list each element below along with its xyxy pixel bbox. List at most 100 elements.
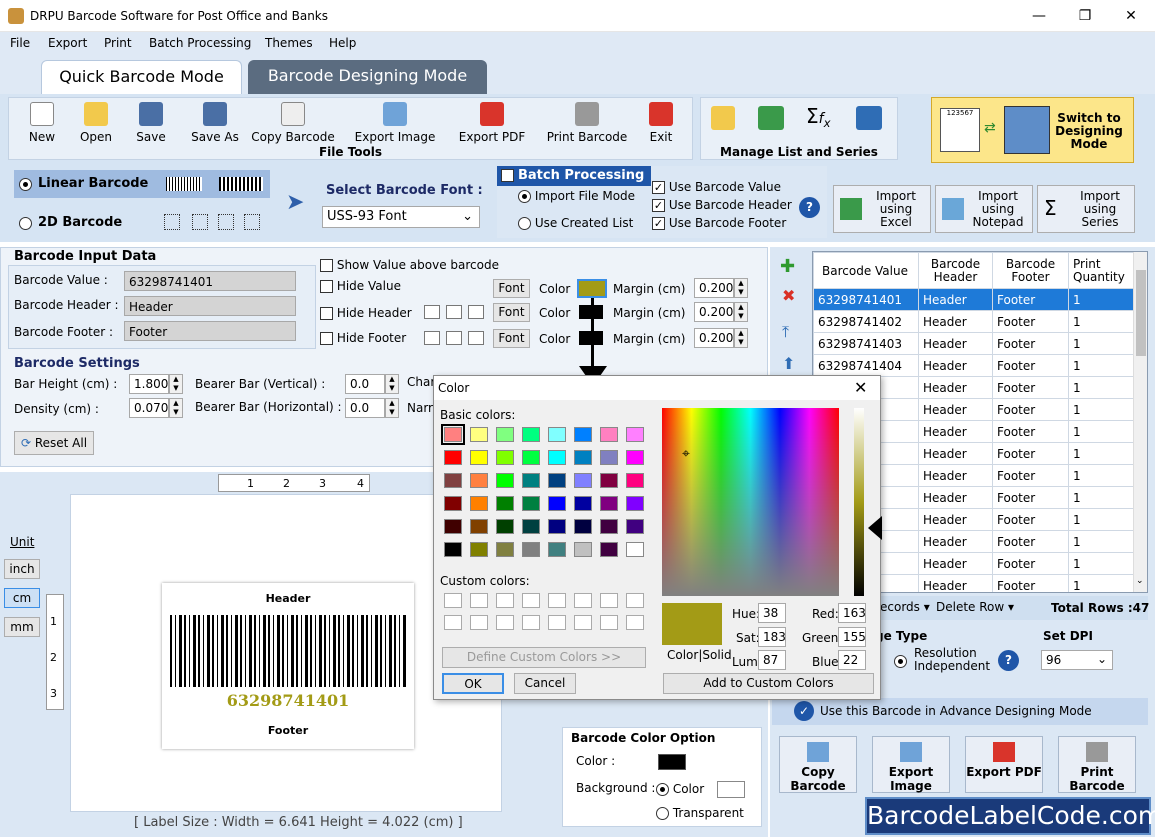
exit-button[interactable]: Exit	[646, 102, 676, 144]
table-cell[interactable]: Footer	[992, 354, 1069, 377]
table-cell[interactable]: Header	[918, 574, 993, 592]
footer-align-right-icon[interactable]	[468, 331, 484, 345]
table-cell[interactable]: Header	[918, 442, 993, 465]
import-notepad-button[interactable]: Import using Notepad	[935, 185, 1033, 233]
menu-file[interactable]: File	[10, 36, 30, 50]
custom-color-swatch[interactable]	[444, 615, 462, 630]
resolution-independent-radio[interactable]	[894, 655, 907, 668]
table-cell[interactable]: Header	[918, 552, 993, 575]
hue-input[interactable]: 38	[758, 603, 786, 623]
basic-color-swatch[interactable]	[496, 473, 514, 488]
custom-color-swatch[interactable]	[574, 615, 592, 630]
resolution-independent-option[interactable]	[894, 654, 907, 668]
basic-color-swatch[interactable]	[522, 473, 540, 488]
2d-barcode-option[interactable]: 2D Barcode	[14, 210, 270, 236]
hide-header-option[interactable]: Hide Header	[320, 306, 412, 320]
delete-row-dropdown[interactable]: Delete Row ▾	[936, 600, 1014, 614]
custom-color-swatch[interactable]	[548, 615, 566, 630]
density-input[interactable]: 0.070	[129, 398, 169, 418]
unit-inch-button[interactable]: inch	[4, 559, 40, 579]
basic-color-swatch[interactable]	[522, 427, 540, 442]
table-cell[interactable]: 1	[1068, 332, 1136, 355]
header-barcode-value[interactable]: Barcode Value	[813, 252, 919, 289]
basic-color-swatch[interactable]	[600, 496, 618, 511]
header-margin-input[interactable]: 0.200	[694, 302, 734, 322]
value-margin-input[interactable]: 0.200	[694, 278, 734, 298]
import-series-button[interactable]: Σ Import using Series	[1037, 185, 1135, 233]
menu-export[interactable]: Export	[48, 36, 87, 50]
basic-color-swatch[interactable]	[441, 424, 465, 445]
table-cell[interactable]: Footer	[992, 464, 1069, 487]
transparent-option[interactable]: Transparent	[656, 806, 744, 820]
use-barcode-footer-option[interactable]: Use Barcode Footer	[652, 216, 786, 230]
table-cell[interactable]: 63298741402	[813, 310, 919, 333]
use-barcode-value-option[interactable]: Use Barcode Value	[652, 180, 781, 194]
table-row[interactable]: 63298741402 Header Footer 1	[813, 310, 1136, 333]
hide-footer-checkbox[interactable]	[320, 332, 333, 345]
maximize-button[interactable]: ❐	[1062, 0, 1108, 32]
basic-color-swatch[interactable]	[444, 542, 462, 557]
basic-color-swatch[interactable]	[626, 542, 644, 557]
table-cell[interactable]: Header	[918, 354, 993, 377]
basic-color-swatch[interactable]	[444, 473, 462, 488]
density-spinner[interactable]: ▲ ▼	[169, 398, 183, 418]
basic-color-swatch[interactable]	[470, 427, 488, 442]
tab-quick-barcode-mode[interactable]: Quick Barcode Mode	[41, 60, 242, 94]
basic-color-swatch[interactable]	[470, 450, 488, 465]
import-file-radio[interactable]	[518, 190, 531, 203]
basic-color-swatch[interactable]	[496, 542, 514, 557]
custom-color-swatch[interactable]	[522, 615, 540, 630]
scroll-down-icon[interactable]: ⌄	[1136, 576, 1144, 586]
table-cell[interactable]: Header	[918, 464, 993, 487]
table-cell[interactable]: 63298741403	[813, 332, 919, 355]
custom-color-swatch[interactable]	[496, 615, 514, 630]
basic-color-swatch[interactable]	[600, 450, 618, 465]
header-print-quantity[interactable]: Print Quantity	[1068, 252, 1136, 289]
background-color-option[interactable]: Color	[656, 782, 704, 796]
basic-color-swatch[interactable]	[470, 542, 488, 557]
lum-input[interactable]: 87	[758, 650, 786, 670]
custom-color-swatch[interactable]	[496, 593, 514, 608]
table-cell[interactable]: 1	[1068, 310, 1136, 333]
header-font-button[interactable]: Font	[493, 303, 530, 322]
move-up-icon[interactable]: ⬆	[782, 354, 795, 373]
advance-designing-option[interactable]: ✓ Use this Barcode in Advance Designing …	[772, 698, 1148, 725]
add-to-custom-colors-button[interactable]: Add to Custom Colors	[663, 673, 874, 694]
basic-color-swatch[interactable]	[496, 427, 514, 442]
basic-color-swatch[interactable]	[600, 542, 618, 557]
print-barcode-action-button[interactable]: Print Barcode	[1058, 736, 1136, 793]
basic-color-swatch[interactable]	[522, 496, 540, 511]
basic-color-swatch[interactable]	[574, 473, 592, 488]
linear-barcode-option[interactable]: Linear Barcode	[14, 170, 270, 198]
color-dialog-close-icon[interactable]: ✕	[854, 378, 867, 397]
footer-margin-spinner[interactable]: ▲ ▼	[734, 328, 748, 348]
show-value-above-checkbox[interactable]	[320, 259, 333, 272]
basic-color-swatch[interactable]	[626, 473, 644, 488]
bearer-horizontal-spinner[interactable]: ▲ ▼	[385, 398, 399, 418]
show-value-above-option[interactable]: Show Value above barcode	[320, 258, 499, 272]
basic-color-swatch[interactable]	[574, 519, 592, 534]
footer-font-button[interactable]: Font	[493, 329, 530, 348]
custom-color-swatch[interactable]	[470, 593, 488, 608]
bearer-horizontal-input[interactable]: 0.0	[345, 398, 385, 418]
bar-height-input[interactable]: 1.800	[129, 374, 169, 394]
menu-themes[interactable]: Themes	[265, 36, 313, 50]
ok-button[interactable]: OK	[442, 673, 504, 694]
table-cell[interactable]: 1	[1068, 530, 1136, 553]
table-scrollbar[interactable]: ⌄	[1133, 252, 1147, 592]
table-cell[interactable]: Footer	[992, 508, 1069, 531]
custom-color-swatch[interactable]	[574, 593, 592, 608]
red-input[interactable]: 163	[838, 603, 866, 623]
footer-align-center-icon[interactable]	[446, 331, 462, 345]
green-input[interactable]: 155	[838, 627, 866, 647]
save-button[interactable]: Save	[132, 102, 170, 144]
basic-color-swatch[interactable]	[600, 427, 618, 442]
scrollbar-thumb[interactable]	[1136, 270, 1146, 356]
custom-color-swatch[interactable]	[522, 593, 540, 608]
linear-radio[interactable]	[19, 178, 32, 191]
basic-color-swatch[interactable]	[600, 519, 618, 534]
table-cell[interactable]: Footer	[992, 552, 1069, 575]
align-right-icon[interactable]	[468, 305, 484, 319]
barcode-value-input[interactable]: 63298741401	[124, 271, 296, 291]
basic-color-swatch[interactable]	[548, 450, 566, 465]
